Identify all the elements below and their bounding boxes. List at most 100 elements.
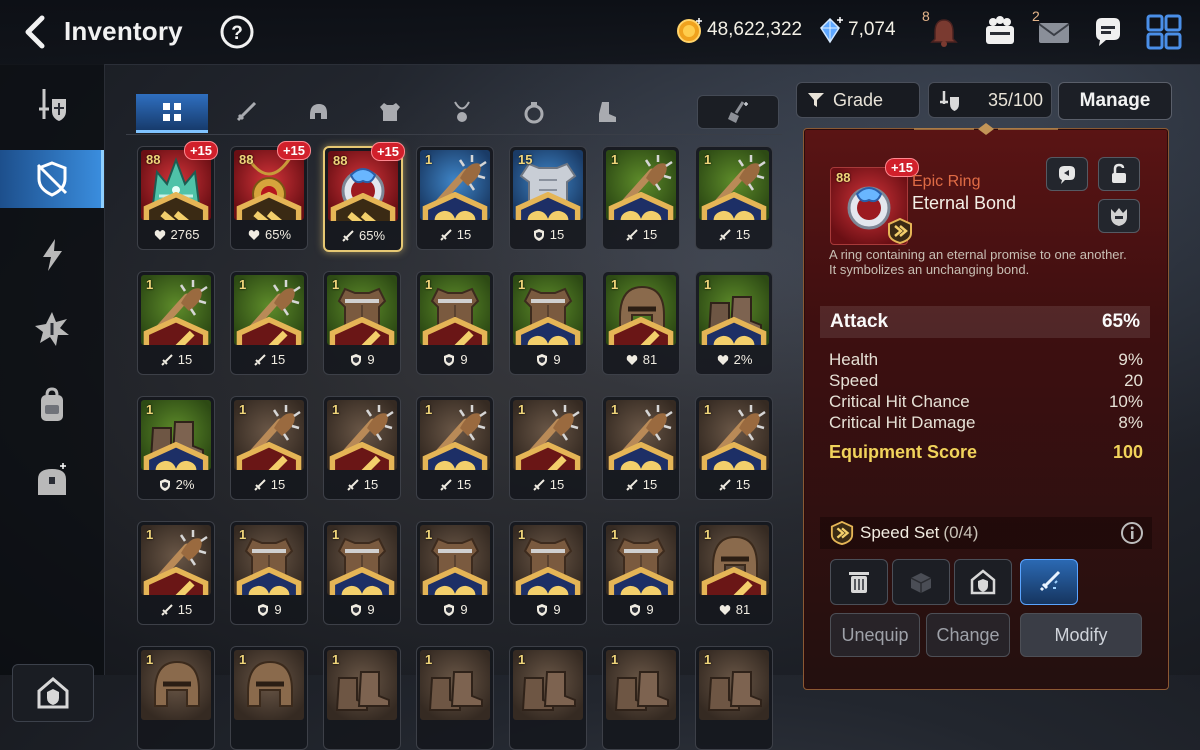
item-thumbnail: 1: [513, 275, 583, 345]
back-arrow-icon[interactable]: [16, 12, 56, 52]
sort-grade-button[interactable]: Grade: [796, 82, 920, 118]
inventory-item-slot[interactable]: 88 +15 65%: [230, 141, 311, 250]
item-thumbnail: 1: [141, 525, 211, 595]
sidebar-item-chests[interactable]: [0, 452, 104, 510]
inventory-item-slot[interactable]: 19: [416, 271, 494, 375]
tab-weapon[interactable]: [210, 94, 282, 130]
manage-button[interactable]: Manage: [1058, 82, 1172, 120]
notifications-button[interactable]: 8: [922, 8, 964, 52]
inventory-item-slot[interactable]: 1: [602, 646, 680, 750]
inventory-item-slot[interactable]: 19: [509, 521, 587, 625]
inventory-item-slot[interactable]: 19: [602, 521, 680, 625]
item-stat-value: 15: [177, 602, 193, 617]
detail-item-image: 88 +15: [830, 158, 919, 245]
inventory-item-slot[interactable]: 1 15: [416, 396, 494, 500]
health-set-icon: [701, 442, 767, 470]
unlock-icon: [1112, 163, 1126, 183]
inventory-item-slot[interactable]: 15 15: [509, 146, 587, 250]
tab-all[interactable]: [136, 94, 208, 133]
extract-button[interactable]: [892, 559, 950, 605]
inventory-item-slot[interactable]: 1: [323, 646, 401, 750]
sub-stats: Health 9% Speed 20 Critical Hit Chance 1…: [829, 349, 1143, 433]
sell-button[interactable]: [830, 559, 888, 605]
enhance-button[interactable]: [1020, 559, 1078, 605]
help-icon[interactable]: ?: [219, 14, 255, 50]
sword-icon: [626, 228, 638, 241]
inventory-item-slot[interactable]: 19: [416, 521, 494, 625]
lock-button[interactable]: [1098, 157, 1140, 191]
inventory-item-slot[interactable]: 1 81: [602, 271, 680, 375]
sidebar-item-gear[interactable]: [0, 150, 104, 208]
item-level: 1: [425, 277, 433, 292]
sidebar-item-artifacts[interactable]: [0, 226, 104, 284]
speed-set-icon: [830, 521, 854, 545]
inventory-item-slot[interactable]: 19: [323, 521, 401, 625]
inventory-item-slot[interactable]: 1 15: [695, 146, 773, 250]
share-button[interactable]: [1046, 157, 1088, 191]
inventory-item-slot[interactable]: 1 15: [602, 146, 680, 250]
main-menu-button[interactable]: [1144, 12, 1184, 52]
inventory-item-slot[interactable]: 19: [230, 521, 308, 625]
mail-button[interactable]: 2: [1032, 8, 1074, 52]
crystal-currency[interactable]: 7,074: [816, 16, 896, 44]
attack-set-icon: [143, 567, 209, 595]
change-button[interactable]: Change: [926, 613, 1010, 657]
inventory-item-slot[interactable]: 1 2%: [695, 271, 773, 375]
inventory-item-slot[interactable]: 1: [137, 646, 215, 750]
item-stat-value: 2%: [733, 352, 753, 367]
modify-button[interactable]: Modify: [1020, 613, 1142, 657]
tab-boots[interactable]: [570, 94, 642, 130]
chat-button[interactable]: [1088, 12, 1128, 52]
tab-ring[interactable]: [498, 94, 570, 130]
sidebar-item-materials[interactable]: [0, 376, 104, 434]
auto-sell-button[interactable]: [697, 95, 779, 129]
info-icon[interactable]: [1120, 521, 1144, 545]
sub-stat-value: 8%: [1118, 413, 1143, 432]
item-main-stat: 9: [510, 352, 586, 367]
inventory-item-slot[interactable]: 1: [230, 646, 308, 750]
formation-button[interactable]: [980, 12, 1020, 52]
inventory-item-slot[interactable]: 19: [509, 271, 587, 375]
sidebar-item-equipment[interactable]: [0, 76, 104, 134]
item-level: 1: [611, 152, 619, 167]
inventory-item-slot[interactable]: 1 15: [695, 396, 773, 500]
item-main-stat: 15: [138, 352, 214, 367]
tab-armor[interactable]: [354, 94, 426, 130]
inventory-item-slot[interactable]: 1 81: [695, 521, 773, 625]
item-main-stat: 15: [417, 477, 493, 492]
inventory-item-slot[interactable]: 88 +15 2765: [137, 141, 218, 250]
description-line: It symbolizes an unchanging bond.: [829, 262, 1030, 277]
inventory-item-slot[interactable]: 88 +15 65%: [323, 142, 405, 252]
inventory-item-slot[interactable]: 1 15: [230, 396, 308, 500]
sword-icon: [719, 228, 731, 241]
item-thumbnail: 1: [327, 525, 397, 595]
inventory-item-slot[interactable]: 1 15: [602, 396, 680, 500]
gold-currency[interactable]: 48,622,322: [675, 16, 802, 44]
inventory-item-slot[interactable]: 1 15: [230, 271, 308, 375]
inventory-item-slot[interactable]: 1: [509, 646, 587, 750]
shield-icon: [630, 603, 641, 616]
inventory-item-slot[interactable]: 1 15: [509, 396, 587, 500]
inventory-item-slot[interactable]: 1: [695, 646, 773, 750]
tab-helmet[interactable]: [282, 94, 354, 130]
item-stat-value: 15: [270, 352, 286, 367]
inventory-item-slot[interactable]: 1 2%: [137, 396, 215, 500]
store-button[interactable]: [954, 559, 1012, 605]
item-thumbnail: 1: [513, 400, 583, 470]
inventory-item-slot[interactable]: 19: [323, 271, 401, 375]
inventory-item-slot[interactable]: 1: [416, 646, 494, 750]
item-main-stat: 81: [696, 602, 772, 617]
inventory-item-slot[interactable]: 1 15: [137, 271, 215, 375]
inventory-item-slot[interactable]: 1 15: [323, 396, 401, 500]
shield-icon: [351, 603, 362, 616]
storage-button[interactable]: [12, 664, 94, 722]
inventory-item-slot[interactable]: 1 15: [416, 146, 494, 250]
inventory-item-slot[interactable]: 1 15: [137, 521, 215, 625]
inventory-capacity[interactable]: 35/100: [928, 82, 1052, 118]
tab-necklace[interactable]: [426, 94, 498, 130]
unequip-button[interactable]: Unequip: [830, 613, 920, 657]
enhance-level-badge: +15: [370, 142, 405, 161]
equip-hero-button[interactable]: [1098, 199, 1140, 233]
sidebar-item-catalysts[interactable]: [0, 300, 104, 358]
boots-icon: [599, 102, 616, 122]
